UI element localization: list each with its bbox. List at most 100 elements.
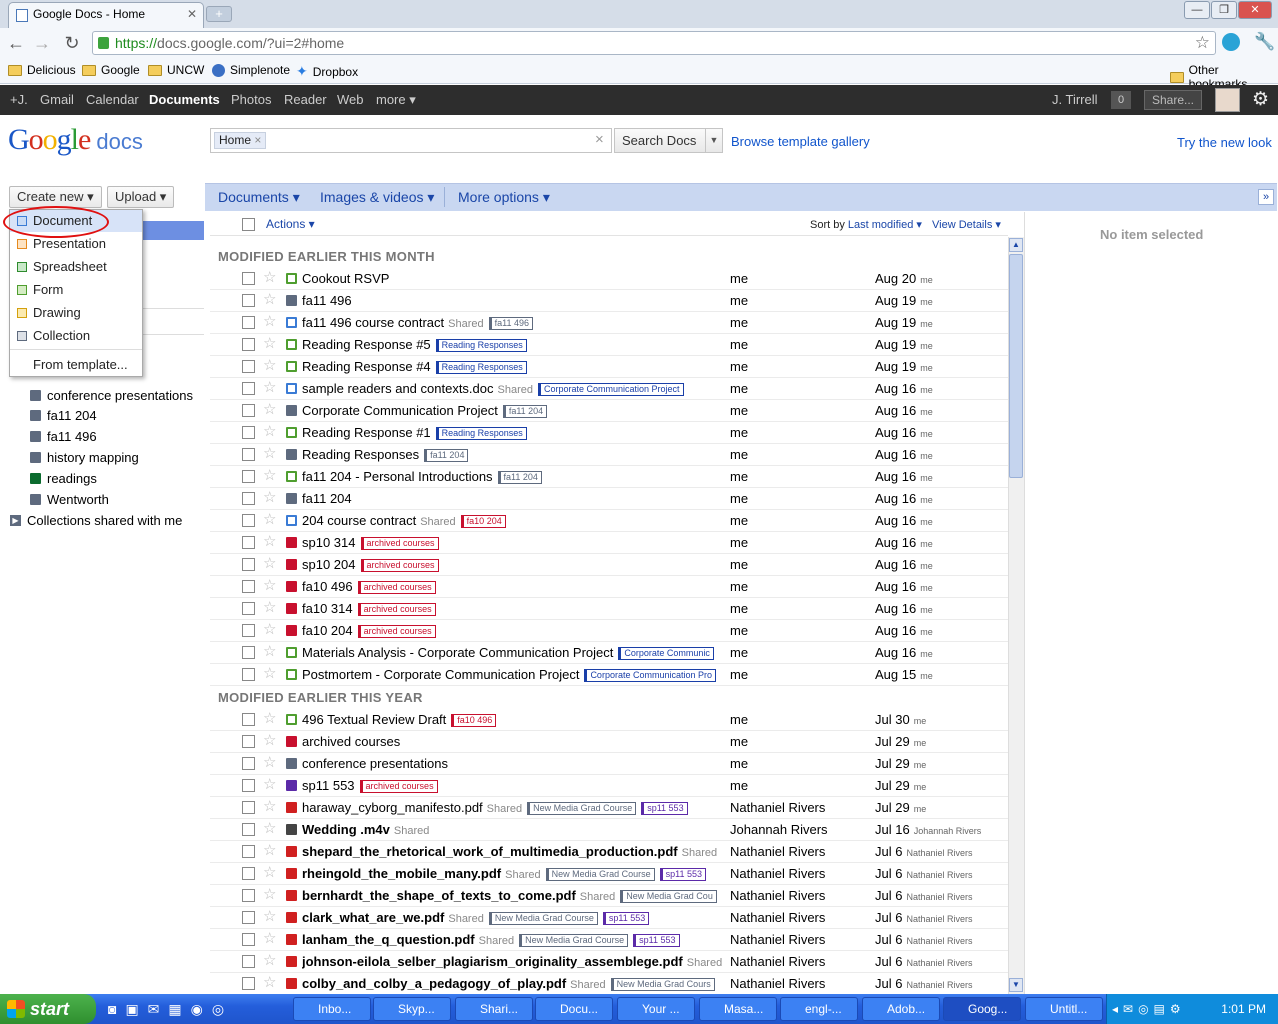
star-icon[interactable]: ☆ bbox=[263, 841, 276, 861]
table-row[interactable]: ☆ lanham_the_q_question.pdf Shared New Medi… bbox=[210, 929, 1008, 951]
collection-tag[interactable]: New Media Grad Cours bbox=[610, 978, 715, 991]
scrollbar-thumb[interactable] bbox=[1009, 254, 1023, 478]
collection-tag[interactable]: fa11 204 bbox=[424, 449, 469, 462]
file-name[interactable]: Reading Responses fa11 204 bbox=[302, 447, 469, 462]
row-checkbox[interactable] bbox=[242, 426, 255, 439]
gbar-calendar[interactable]: Calendar bbox=[86, 92, 139, 107]
avatar[interactable] bbox=[1215, 88, 1240, 112]
table-row[interactable]: ☆ sample readers and contexts.doc Shared Co… bbox=[210, 378, 1008, 400]
row-checkbox[interactable] bbox=[242, 338, 255, 351]
star-icon[interactable]: ☆ bbox=[263, 620, 276, 640]
gbar-gmail[interactable]: Gmail bbox=[40, 92, 74, 107]
settings-gear-icon[interactable]: ⚙ bbox=[1252, 88, 1269, 111]
file-name[interactable]: Reading Response #5 Reading Responses bbox=[302, 337, 527, 352]
table-row[interactable]: ☆ sp10 314 archived courses me Aug 16 me bbox=[210, 532, 1008, 554]
taskbar-item[interactable]: Inbo... bbox=[293, 997, 371, 1021]
maximize-icon[interactable]: ❐ bbox=[1211, 1, 1237, 19]
bookmark-simplenote[interactable]: Simplenote bbox=[212, 63, 290, 77]
view-details-menu[interactable]: View Details ▾ bbox=[932, 218, 1001, 231]
search-docs-button[interactable]: Search Docs bbox=[614, 128, 706, 153]
taskbar-item[interactable]: Shari... bbox=[455, 997, 533, 1021]
row-checkbox[interactable] bbox=[242, 867, 255, 880]
try-new-look-link[interactable]: Try the new look bbox=[1177, 135, 1272, 150]
sort-control[interactable]: Sort by Last modified ▾ bbox=[810, 218, 922, 231]
row-checkbox[interactable] bbox=[242, 735, 255, 748]
file-name[interactable]: 496 Textual Review Draft fa10 496 bbox=[302, 712, 497, 727]
skype-extension-icon[interactable] bbox=[1222, 33, 1240, 51]
close-tab-icon[interactable]: ✕ bbox=[187, 3, 197, 25]
tray-icons[interactable]: ◂✉◎▤⚙ bbox=[1112, 1002, 1186, 1016]
star-icon[interactable]: ☆ bbox=[263, 510, 276, 530]
file-name[interactable]: Cookout RSVP bbox=[302, 271, 389, 286]
collection-tag[interactable]: archived courses bbox=[357, 603, 436, 616]
row-checkbox[interactable] bbox=[242, 624, 255, 637]
table-row[interactable]: ☆ Materials Analysis - Corporate Communic… bbox=[210, 642, 1008, 664]
star-icon[interactable]: ☆ bbox=[263, 753, 276, 773]
collection-tag[interactable]: fa11 496 bbox=[488, 317, 533, 330]
table-row[interactable]: ☆ Cookout RSVP me Aug 20 me bbox=[210, 268, 1008, 290]
collection-tag[interactable]: Corporate Communication Pro bbox=[584, 669, 716, 682]
file-name[interactable]: 204 course contract Shared fa10 204 bbox=[302, 513, 506, 528]
bookmark-delicious[interactable]: Delicious bbox=[8, 63, 76, 77]
collection-tag[interactable]: Reading Responses bbox=[435, 339, 527, 352]
file-name[interactable]: shepard_the_rhetorical_work_of_multimedi… bbox=[302, 844, 717, 859]
table-row[interactable]: ☆ fa10 496 archived courses me Aug 16 me bbox=[210, 576, 1008, 598]
table-row[interactable]: ☆ conference presentations me Jul 29 me bbox=[210, 753, 1008, 775]
file-name[interactable]: fa11 204 bbox=[302, 491, 352, 506]
file-name[interactable]: sample readers and contexts.doc Shared Cor… bbox=[302, 381, 684, 396]
table-row[interactable]: ☆ Reading Response #4 Reading Responses me A… bbox=[210, 356, 1008, 378]
row-checkbox[interactable] bbox=[242, 492, 255, 505]
file-name[interactable]: Reading Response #4 Reading Responses bbox=[302, 359, 527, 374]
quick-launch-icons[interactable]: ◙▣✉▦◉◎ bbox=[108, 1001, 233, 1018]
star-icon[interactable]: ☆ bbox=[263, 885, 276, 905]
file-name[interactable]: colby_and_colby_a_pedagogy_of_play.pdf Sh… bbox=[302, 976, 715, 991]
row-checkbox[interactable] bbox=[242, 668, 255, 681]
expand-panel-icon[interactable]: » bbox=[1258, 189, 1274, 205]
row-checkbox[interactable] bbox=[242, 536, 255, 549]
sidebar-item-fa11-496[interactable]: fa11 496 bbox=[30, 429, 97, 444]
menu-item-form[interactable]: Form bbox=[10, 279, 142, 301]
table-row[interactable]: ☆ sp10 204 archived courses me Aug 16 me bbox=[210, 554, 1008, 576]
collection-tag[interactable]: sp11 553 bbox=[633, 934, 680, 947]
sort-value[interactable]: Last modified ▾ bbox=[848, 219, 922, 231]
sidebar-item-wentworth[interactable]: Wentworth bbox=[30, 492, 109, 507]
clear-search-icon[interactable]: × bbox=[595, 131, 604, 148]
collection-tag[interactable]: New Media Grad Course bbox=[488, 912, 598, 925]
file-name[interactable]: conference presentations bbox=[302, 756, 448, 771]
star-icon[interactable]: ☆ bbox=[263, 554, 276, 574]
table-row[interactable]: ☆ colby_and_colby_a_pedagogy_of_play.pdf S… bbox=[210, 973, 1008, 995]
sidebar-item-readings[interactable]: readings bbox=[30, 471, 97, 486]
star-icon[interactable]: ☆ bbox=[263, 929, 276, 949]
row-checkbox[interactable] bbox=[242, 889, 255, 902]
row-checkbox[interactable] bbox=[242, 713, 255, 726]
row-checkbox[interactable] bbox=[242, 646, 255, 659]
scroll-down-icon[interactable]: ▼ bbox=[1009, 978, 1023, 992]
forward-icon[interactable]: → bbox=[32, 33, 52, 54]
wrench-icon[interactable]: 🔧 bbox=[1254, 32, 1275, 52]
gbar-reader[interactable]: Reader bbox=[284, 92, 327, 107]
select-all-checkbox[interactable] bbox=[242, 218, 255, 231]
file-name[interactable]: fa11 496 bbox=[302, 293, 352, 308]
star-icon[interactable]: ☆ bbox=[263, 268, 276, 288]
file-name[interactable]: fa10 204 archived courses bbox=[302, 623, 436, 638]
table-row[interactable]: ☆ 204 course contract Shared fa10 204 me Aug … bbox=[210, 510, 1008, 532]
collection-tag[interactable]: sp11 553 bbox=[641, 802, 688, 815]
row-checkbox[interactable] bbox=[242, 470, 255, 483]
file-name[interactable]: fa11 496 course contract Shared fa11 496 bbox=[302, 315, 533, 330]
gbar-more[interactable]: more ▾ bbox=[376, 92, 416, 108]
collection-tag[interactable]: New Media Grad Course bbox=[527, 802, 637, 815]
row-checkbox[interactable] bbox=[242, 448, 255, 461]
row-checkbox[interactable] bbox=[242, 845, 255, 858]
taskbar-item[interactable]: engl-... bbox=[780, 997, 858, 1021]
bookmark-uncw[interactable]: UNCW bbox=[148, 63, 204, 77]
star-icon[interactable]: ☆ bbox=[263, 973, 276, 993]
row-checkbox[interactable] bbox=[242, 316, 255, 329]
row-checkbox[interactable] bbox=[242, 823, 255, 836]
taskbar-item[interactable]: Masa... bbox=[699, 997, 777, 1021]
collection-tag[interactable]: archived courses bbox=[359, 780, 438, 793]
star-icon[interactable]: ☆ bbox=[263, 378, 276, 398]
search-options-dropdown[interactable]: ▼ bbox=[705, 128, 723, 153]
file-name[interactable]: rheingold_the_mobile_many.pdf Shared New M… bbox=[302, 866, 707, 881]
file-name[interactable]: haraway_cyborg_manifesto.pdf Shared New Me… bbox=[302, 800, 688, 815]
file-name[interactable]: Wedding .m4v Shared bbox=[302, 822, 429, 837]
